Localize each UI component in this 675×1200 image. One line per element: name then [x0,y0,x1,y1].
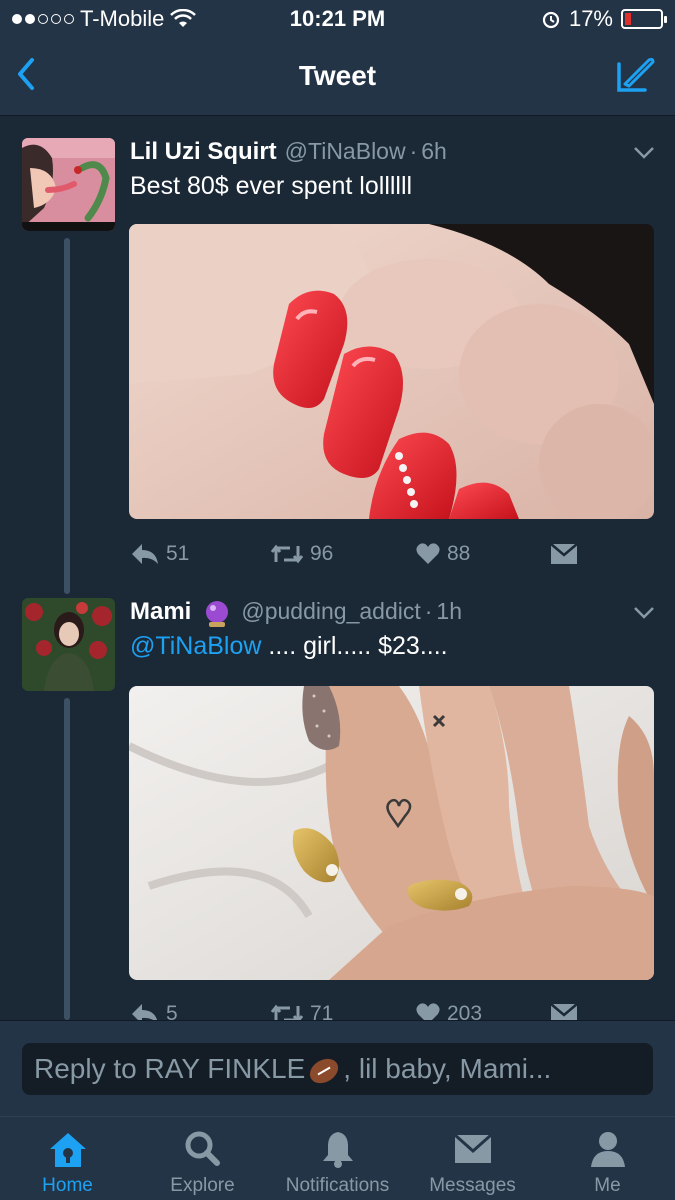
separator: · [424,598,433,624]
tab-notifications[interactable]: Notifications [270,1117,405,1200]
tweet-header: Lil Uzi Squirt @TiNaBlow · 6h [130,138,447,166]
compose-icon[interactable] [615,54,657,94]
tweet-text: @TiNaBlow .... girl..... $23.... [130,632,448,661]
like-button[interactable]: 88 [415,542,470,566]
thread-line [64,238,70,594]
tweet-2[interactable]: Mami @pudding_addict · 1h @TiNaBlow ....… [0,580,675,1025]
reply-icon [132,544,158,564]
reply-placeholder-start: Reply to RAY FINKLE [34,1053,306,1084]
retweet-icon [270,544,304,564]
tweet-image[interactable] [129,224,654,519]
retweet-button[interactable]: 96 [270,542,333,566]
crystal-ball-icon [206,601,229,627]
envelope-icon [453,1133,492,1163]
tweet-actions: 51 96 88 [130,540,590,568]
nav-bar: Tweet [0,38,675,116]
battery-icon [621,9,667,29]
heart-icon [416,543,440,564]
tab-bar: Home Explore Notifications Messages Me [0,1116,675,1200]
direct-message-button[interactable] [550,543,578,565]
display-name[interactable]: Lil Uzi Squirt [130,138,277,166]
battery-level [625,13,631,25]
battery-percent: 17% [568,6,613,31]
page-title: Tweet [298,60,377,91]
mention-link[interactable]: @TiNaBlow [130,632,261,660]
thread-line [64,698,70,1020]
tab-label: Messages [429,1175,516,1196]
display-name[interactable]: Mami [130,598,191,626]
alarm-clock-icon [542,11,560,29]
separator: · [409,138,418,164]
home-icon [49,1133,86,1167]
like-count: 88 [447,542,471,565]
tweet-text-body: .... girl..... $23.... [261,632,448,660]
tab-label: Me [594,1175,621,1196]
timestamp: 1h [436,598,462,624]
tab-messages[interactable]: Messages [405,1117,540,1200]
username[interactable]: @pudding_addict [241,598,420,625]
tweet-1[interactable]: Lil Uzi Squirt @TiNaBlow · 6h Best 80$ e… [0,116,675,600]
reply-input[interactable]: Reply to RAY FINKLE , lil baby, Mami... [22,1043,653,1095]
tab-label: Explore [170,1175,235,1196]
reply-placeholder-end: , lil baby, Mami... [343,1053,552,1084]
avatar[interactable] [22,138,115,231]
tab-me[interactable]: Me [540,1117,675,1200]
username[interactable]: @TiNaBlow [285,138,406,165]
status-right: 17% [541,6,667,32]
tab-label: Home [42,1175,93,1196]
tweet-image[interactable] [129,686,654,980]
reply-bar: Reply to RAY FINKLE , lil baby, Mami... [0,1020,675,1116]
envelope-icon [550,543,578,564]
status-bar: T-Mobile 10:21 PM 17% [0,0,675,38]
tab-label: Notifications [285,1175,390,1196]
avatar[interactable] [22,598,115,691]
football-icon [305,1053,343,1088]
search-icon [185,1131,220,1166]
tweet-text: Best 80$ ever spent lollllll [130,172,413,200]
chevron-down-icon[interactable] [633,606,655,620]
chevron-down-icon[interactable] [633,146,655,160]
reply-button[interactable]: 51 [130,542,189,566]
retweet-count: 96 [310,542,334,565]
timestamp: 6h [421,138,447,164]
bell-icon [322,1132,353,1168]
tab-home[interactable]: Home [0,1117,135,1200]
reply-count: 51 [166,542,190,565]
tab-explore[interactable]: Explore [135,1117,270,1200]
person-icon [590,1132,625,1167]
tweet-header: Mami @pudding_addict · 1h [130,598,462,630]
